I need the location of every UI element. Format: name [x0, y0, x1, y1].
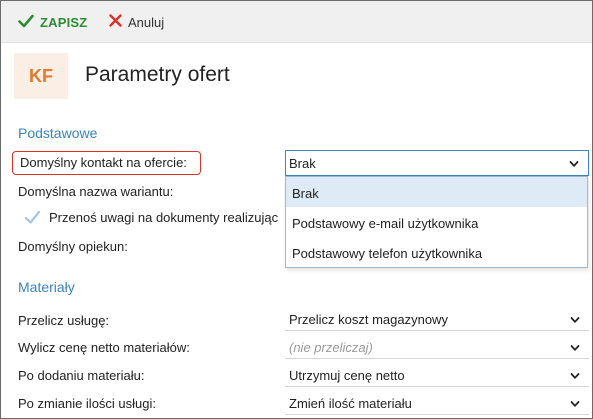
after-qty-change-value: Zmień ilość materiału — [289, 396, 412, 411]
chevron-down-icon — [570, 313, 580, 323]
after-add-material-value: Utrzymuj cenę netto — [289, 368, 405, 383]
checkmark-icon[interactable] — [24, 209, 41, 226]
recalc-service-select[interactable]: Przelicz koszt magazynowy — [285, 307, 589, 331]
save-label: ZAPISZ — [40, 14, 88, 30]
close-icon — [109, 14, 122, 30]
default-guardian-label: Domyślny opiekun: — [18, 239, 128, 254]
check-icon — [18, 14, 34, 31]
chevron-down-icon — [569, 157, 579, 167]
window: ZAPISZ Anuluj KF Parametry ofert Podstaw… — [0, 0, 593, 419]
save-button[interactable]: ZAPISZ — [18, 12, 87, 32]
recalc-service-value: Przelicz koszt magazynowy — [289, 312, 448, 327]
default-variant-label: Domyślna nazwa wariantu: — [18, 184, 174, 199]
after-add-material-label: Po dodaniu materiału: — [18, 368, 145, 383]
dropdown-option[interactable]: Podstawowy e-mail użytkownika — [286, 207, 587, 237]
contact-dropdown-list: Brak Podstawowy e-mail użytkownika Podst… — [285, 176, 588, 268]
net-price-value: (nie przeliczaj) — [289, 340, 373, 355]
transfer-notes-checkbox-row[interactable]: Przenoś uwagi na dokumenty realizując — [24, 206, 278, 228]
recalc-service-label: Przelicz usługę: — [18, 313, 110, 328]
default-contact-select[interactable]: Brak — [285, 150, 589, 176]
after-qty-change-select[interactable]: Zmień ilość materiału — [285, 391, 589, 415]
after-qty-change-label: Po zmianie ilości usługi: — [18, 396, 157, 411]
dropdown-option[interactable]: Podstawowy telefon użytkownika — [286, 237, 587, 267]
toolbar: ZAPISZ Anuluj — [1, 1, 592, 43]
avatar: KF — [14, 53, 68, 99]
section-title-materials: Materiały — [18, 279, 75, 295]
net-price-select[interactable]: (nie przeliczaj) — [285, 335, 589, 359]
page-title: Parametry ofert — [85, 63, 230, 86]
net-price-label: Wylicz cenę netto materiałów: — [18, 340, 190, 355]
chevron-down-icon — [570, 397, 580, 407]
chevron-down-icon — [570, 341, 580, 351]
cancel-label: Anuluj — [128, 14, 165, 30]
default-contact-label: Domyślny kontakt na ofercie: — [12, 151, 201, 175]
cancel-button[interactable]: Anuluj — [109, 12, 164, 32]
transfer-notes-label: Przenoś uwagi na dokumenty realizując — [49, 209, 279, 225]
dropdown-option[interactable]: Brak — [286, 177, 587, 207]
chevron-down-icon — [570, 369, 580, 379]
section-title-basic: Podstawowe — [18, 125, 98, 141]
after-add-material-select[interactable]: Utrzymuj cenę netto — [285, 363, 589, 387]
default-contact-value: Brak — [289, 156, 316, 171]
